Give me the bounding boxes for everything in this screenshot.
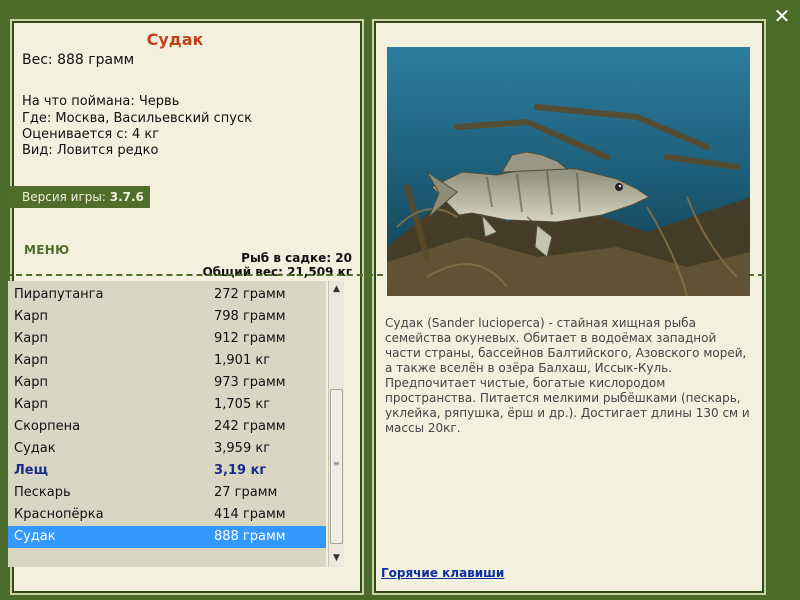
version-value: 3.7.6 — [109, 190, 144, 204]
catch-fish-name: Карп — [14, 375, 48, 390]
hotkeys-link[interactable]: Горячие клавиши — [381, 566, 504, 580]
catch-list-item[interactable]: Пирапутанга 272 грамм — [8, 284, 326, 306]
catch-list-item[interactable]: Пескарь 27 грамм — [8, 482, 326, 504]
catch-list-item[interactable]: Карп 1,901 кг — [8, 350, 326, 372]
catch-list-item[interactable]: Краснопёрка 414 грамм — [8, 504, 326, 526]
catch-fish-weight: 1,705 кг — [214, 397, 271, 412]
catch-fish-weight: 798 грамм — [214, 309, 286, 324]
catch-fish-name: Карп — [14, 309, 48, 324]
catch-list-item[interactable]: Карп 973 грамм — [8, 372, 326, 394]
catch-list-item[interactable]: Скорпена 242 грамм — [8, 416, 326, 438]
catch-fish-name: Судак — [14, 529, 56, 544]
catch-list-item[interactable]: Карп 798 грамм — [8, 306, 326, 328]
catch-list-item[interactable]: Карп 912 грамм — [8, 328, 326, 350]
fish-in-cage: Рыб в садке: 20 — [241, 251, 352, 265]
scrollbar[interactable]: ▲ ≡ ▼ — [328, 281, 344, 567]
catch-fish-name: Скорпена — [14, 419, 81, 434]
fish-description: Судак (Sander lucioperca) - стайная хищн… — [385, 316, 750, 435]
menu-button[interactable]: МЕНЮ — [24, 243, 69, 257]
fish-location: Где: Москва, Васильевский спуск — [22, 111, 252, 126]
catch-fish-name: Лещ — [14, 463, 48, 478]
fish-bait: На что поймана: Червь — [22, 94, 180, 109]
version-label: Версия игры: — [22, 190, 106, 204]
scroll-up-icon[interactable]: ▲ — [329, 282, 344, 297]
catch-fish-name: Карп — [14, 353, 48, 368]
close-icon[interactable]: ✕ — [772, 6, 792, 26]
catch-fish-weight: 973 грамм — [214, 375, 286, 390]
catch-fish-name: Краснопёрка — [14, 507, 104, 522]
catch-fish-name: Карп — [14, 331, 48, 346]
catch-fish-weight: 272 грамм — [214, 287, 286, 302]
catch-fish-weight: 888 грамм — [214, 529, 286, 544]
catch-fish-name: Карп — [14, 397, 48, 412]
grip-icon: ≡ — [333, 459, 340, 468]
fish-rarity: Вид: Ловится редко — [22, 143, 159, 158]
catch-list-item[interactable]: Лещ 3,19 кг — [8, 460, 326, 482]
fish-title: Судак — [146, 30, 204, 49]
catch-list-item[interactable]: Карп 1,705 кг — [8, 394, 326, 416]
catch-fish-weight: 912 грамм — [214, 331, 286, 346]
catch-fish-weight: 414 грамм — [214, 507, 286, 522]
catch-fish-weight: 3,19 кг — [214, 463, 267, 478]
catch-fish-name: Пирапутанга — [14, 287, 104, 302]
fish-weight: Вес: 888 грамм — [22, 52, 135, 68]
total-weight: Общий вес: 21,509 кг — [202, 265, 352, 279]
catch-fish-weight: 3,959 кг — [214, 441, 271, 456]
catch-list[interactable]: Пирапутанга 272 грамм Карп 798 грамм Карп 912… — [8, 281, 326, 567]
catch-list-item[interactable]: Судак 888 грамм — [8, 526, 326, 548]
catch-fish-name: Судак — [14, 441, 56, 456]
version-badge: Версия игры: 3.7.6 — [8, 186, 150, 208]
scroll-down-icon[interactable]: ▼ — [329, 551, 344, 566]
catch-fish-weight: 242 грамм — [214, 419, 286, 434]
fish-photo — [387, 47, 750, 296]
fish-value: Оценивается с: 4 кг — [22, 127, 160, 142]
catch-fish-name: Пескарь — [14, 485, 71, 500]
catch-list-item[interactable]: Судак 3,959 кг — [8, 438, 326, 460]
catch-fish-weight: 27 грамм — [214, 485, 278, 500]
scroll-thumb[interactable]: ≡ — [330, 389, 343, 544]
catch-fish-weight: 1,901 кг — [214, 353, 271, 368]
